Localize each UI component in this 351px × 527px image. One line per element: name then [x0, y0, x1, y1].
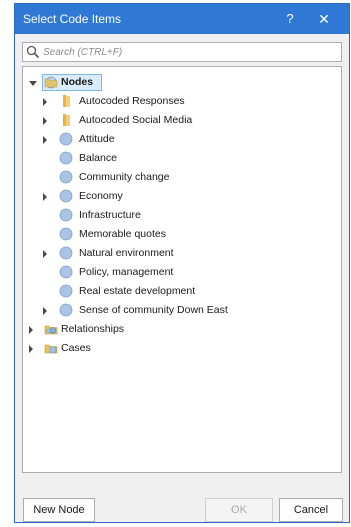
node-icon: [59, 303, 73, 317]
tree-item-label: Autocoded Responses: [79, 95, 185, 107]
nodes-folder-icon: [44, 76, 58, 89]
tree-item-autocoded-social-media[interactable]: Autocoded Social Media: [23, 111, 341, 130]
node-icon: [59, 170, 73, 184]
tree-item-real-estate-development[interactable]: Real estate development: [23, 282, 341, 301]
title-bar: Select Code Items ? ✕: [15, 4, 349, 34]
tree-item-label: Attitude: [79, 133, 115, 145]
expand-arrow-icon[interactable]: [43, 250, 47, 258]
expand-arrow-icon[interactable]: [43, 98, 47, 106]
cases-icon: [44, 344, 58, 354]
tree-item-memorable-quotes[interactable]: Memorable quotes: [23, 225, 341, 244]
expand-arrow-icon[interactable]: [43, 136, 47, 144]
code-items-tree[interactable]: Nodes Autocoded Responses Autocoded Soci…: [22, 66, 342, 473]
tree-item-label: Policy, management: [79, 266, 174, 278]
node-icon: [59, 265, 73, 279]
search-box[interactable]: [22, 42, 342, 62]
tree-item-label: Balance: [79, 152, 117, 164]
cancel-button[interactable]: Cancel: [279, 498, 343, 522]
node-icon: [59, 284, 73, 298]
relationships-icon: [44, 325, 58, 335]
search-icon: [26, 45, 40, 59]
tree-item-policy-management[interactable]: Policy, management: [23, 263, 341, 282]
tree-item-relationships[interactable]: Relationships: [23, 320, 341, 339]
tree-item-label: Sense of community Down East: [79, 304, 228, 316]
node-icon: [59, 189, 73, 203]
node-icon: [59, 208, 73, 222]
expand-arrow-icon[interactable]: [43, 117, 47, 125]
tree-item-label: Economy: [79, 190, 123, 202]
tree-item-label: Memorable quotes: [79, 228, 166, 240]
close-button[interactable]: ✕: [313, 9, 335, 29]
new-node-button[interactable]: New Node: [23, 498, 95, 522]
expand-arrow-icon[interactable]: [43, 307, 47, 315]
tree-item-label: Real estate development: [79, 285, 196, 297]
ok-button[interactable]: OK: [205, 498, 273, 522]
tree-item-balance[interactable]: Balance: [23, 149, 341, 168]
tree-item-nodes[interactable]: Nodes: [23, 73, 341, 92]
select-code-items-dialog: Select Code Items ? ✕ Nodes Autoco: [14, 3, 350, 523]
expand-arrow-icon[interactable]: [29, 81, 37, 86]
help-button[interactable]: ?: [279, 9, 301, 29]
tree-item-label: Community change: [79, 171, 170, 183]
tree-item-label: Natural environment: [79, 247, 174, 259]
search-input[interactable]: [43, 44, 333, 60]
tree-item-autocoded-responses[interactable]: Autocoded Responses: [23, 92, 341, 111]
expand-arrow-icon[interactable]: [29, 345, 33, 353]
expand-arrow-icon[interactable]: [43, 193, 47, 201]
tree-item-infrastructure[interactable]: Infrastructure: [23, 206, 341, 225]
folder-icon: [63, 114, 70, 126]
tree-item-natural-environment[interactable]: Natural environment: [23, 244, 341, 263]
tree-item-cases[interactable]: Cases: [23, 339, 341, 358]
folder-icon: [63, 95, 70, 107]
node-icon: [59, 246, 73, 260]
expand-arrow-icon[interactable]: [29, 326, 33, 334]
dialog-title: Select Code Items: [23, 12, 122, 26]
tree-item-label: Cases: [61, 342, 91, 354]
node-icon: [59, 132, 73, 146]
node-icon: [59, 151, 73, 165]
tree-item-label: Relationships: [61, 323, 125, 335]
node-icon: [59, 227, 73, 241]
tree-item-community-change[interactable]: Community change: [23, 168, 341, 187]
tree-item-label: Autocoded Social Media: [79, 114, 193, 126]
tree-item-attitude[interactable]: Attitude: [23, 130, 341, 149]
tree-item-label: Infrastructure: [79, 209, 141, 221]
tree-item-label: Nodes: [61, 76, 94, 88]
tree-item-sense-of-community[interactable]: Sense of community Down East: [23, 301, 341, 320]
tree-item-economy[interactable]: Economy: [23, 187, 341, 206]
